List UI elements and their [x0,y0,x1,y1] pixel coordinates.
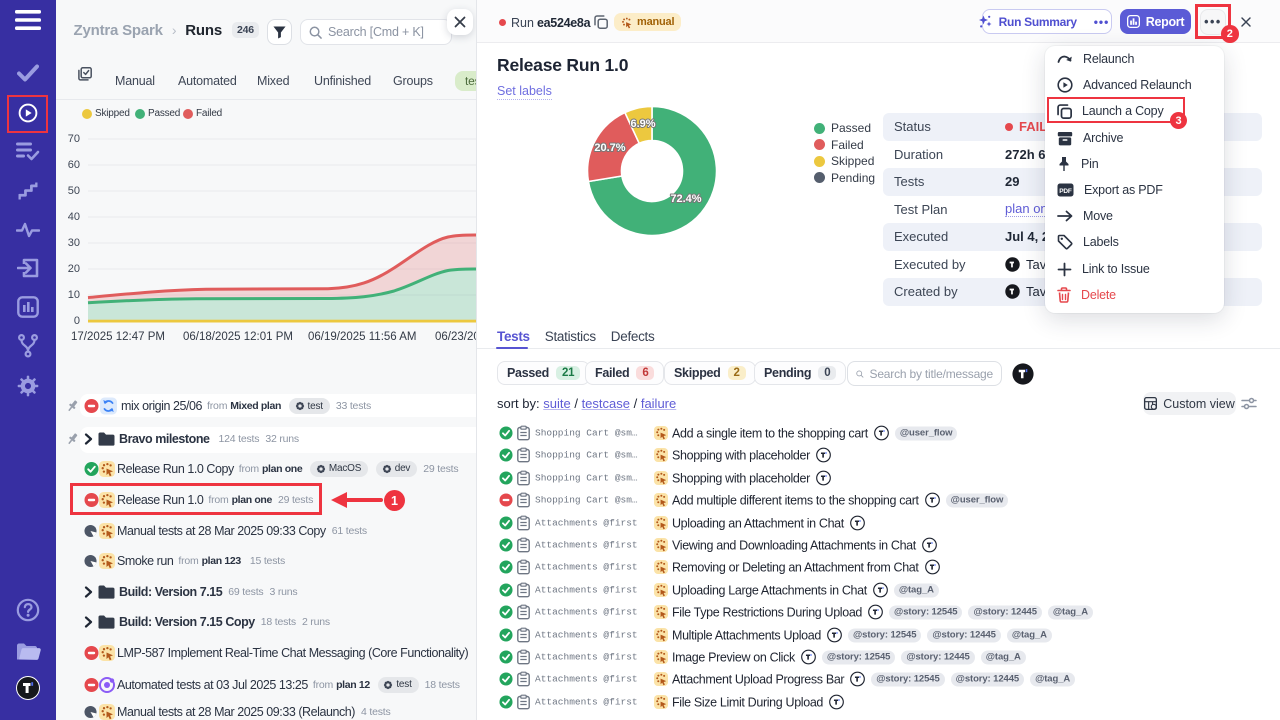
svg-text:PDF: PDF [1059,188,1072,195]
svg-text:6.9%: 6.9% [630,118,655,130]
svg-text:72.4%: 72.4% [670,193,701,205]
svg-text:20.7%: 20.7% [594,142,625,154]
